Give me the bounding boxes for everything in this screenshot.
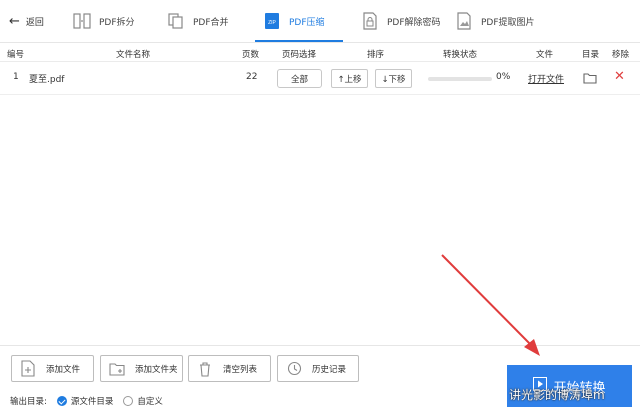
tab-label: PDF压缩 <box>289 17 325 28</box>
conversion-progress-bar <box>428 77 492 81</box>
image-icon <box>454 10 474 32</box>
add-file-button[interactable]: 添加文件 <box>11 355 94 382</box>
table-row: 1 夏至.pdf 22 全部 ↑上移 ↓下移 0% 打开文件 ✕ <box>0 63 640 95</box>
radio-source-directory[interactable]: 源文件目录 <box>56 395 114 407</box>
back-button[interactable]: ← 返回 <box>9 13 44 29</box>
radio-custom-directory[interactable]: 自定义 <box>123 395 163 407</box>
watermark-text: 讲光影的博涛埠m <box>509 388 605 402</box>
column-header: 目录 <box>582 50 600 60</box>
tab-pdf-unlock[interactable]: PDF解除密码 <box>360 6 441 36</box>
radio-label: 源文件目录 <box>70 397 114 407</box>
tab-pdf-compress[interactable]: ZIP PDF压缩 <box>262 6 325 36</box>
column-header: 页码选择 <box>282 50 317 60</box>
column-header: 排序 <box>367 50 385 60</box>
column-header: 转换状态 <box>443 50 478 60</box>
radio-checked-icon <box>56 396 67 406</box>
tab-pdf-extract-images[interactable]: PDF提取图片 <box>454 6 535 36</box>
compress-icon: ZIP <box>262 10 282 32</box>
tab-pdf-split[interactable]: PDF拆分 <box>72 6 135 36</box>
tab-label: PDF解除密码 <box>387 17 441 28</box>
file-name: 夏至.pdf <box>29 75 65 85</box>
column-header: 编号 <box>7 50 25 60</box>
merge-icon <box>166 10 186 32</box>
page-select-button[interactable]: 全部 <box>277 69 322 88</box>
clear-list-button[interactable]: 清空列表 <box>188 355 271 382</box>
button-label: 历史记录 <box>312 364 347 375</box>
radio-label: 自定义 <box>137 397 163 407</box>
trash-icon <box>197 360 213 378</box>
output-directory: 输出目录: 源文件目录 自定义 <box>10 395 163 407</box>
tab-pdf-merge[interactable]: PDF合并 <box>166 6 229 36</box>
radio-unchecked-icon <box>123 396 134 406</box>
add-folder-button[interactable]: 添加文件夹 <box>100 355 183 382</box>
column-header: 页数 <box>242 50 260 60</box>
back-arrow-icon: ← <box>9 13 20 29</box>
tab-label: PDF提取图片 <box>481 17 535 28</box>
active-tab-indicator <box>255 40 343 42</box>
close-icon[interactable]: ✕ <box>614 70 625 83</box>
column-header: 文件名称 <box>116 50 151 60</box>
move-up-button[interactable]: ↑上移 <box>331 69 368 88</box>
output-label: 输出目录: <box>10 397 47 407</box>
top-toolbar: ← 返回 PDF拆分 PDF合并 ZIP PDF压缩 PDF解除密码 PDF提取… <box>0 0 640 43</box>
clock-icon <box>286 360 302 378</box>
back-label: 返回 <box>25 17 44 28</box>
svg-text:ZIP: ZIP <box>268 20 276 26</box>
progress-percent: 0% <box>496 72 511 82</box>
add-file-icon <box>20 360 36 378</box>
add-folder-icon <box>109 360 125 378</box>
button-label: 添加文件 <box>46 364 81 375</box>
open-file-link[interactable]: 打开文件 <box>528 72 564 85</box>
tab-label: PDF合并 <box>193 17 229 28</box>
history-button[interactable]: 历史记录 <box>277 355 359 382</box>
folder-icon[interactable] <box>583 72 597 84</box>
tab-label: PDF拆分 <box>99 17 135 28</box>
split-icon <box>72 10 92 32</box>
button-label: 清空列表 <box>223 364 258 375</box>
column-header: 文件 <box>536 50 554 60</box>
move-down-button[interactable]: ↓下移 <box>375 69 412 88</box>
table-header: 编号 文件名称 页数 页码选择 排序 转换状态 文件 目录 移除 <box>0 44 640 62</box>
lock-icon <box>360 10 380 32</box>
button-label: 添加文件夹 <box>135 364 178 375</box>
page-count: 22 <box>246 72 258 82</box>
row-index: 1 <box>13 72 19 82</box>
column-header: 移除 <box>612 50 630 60</box>
